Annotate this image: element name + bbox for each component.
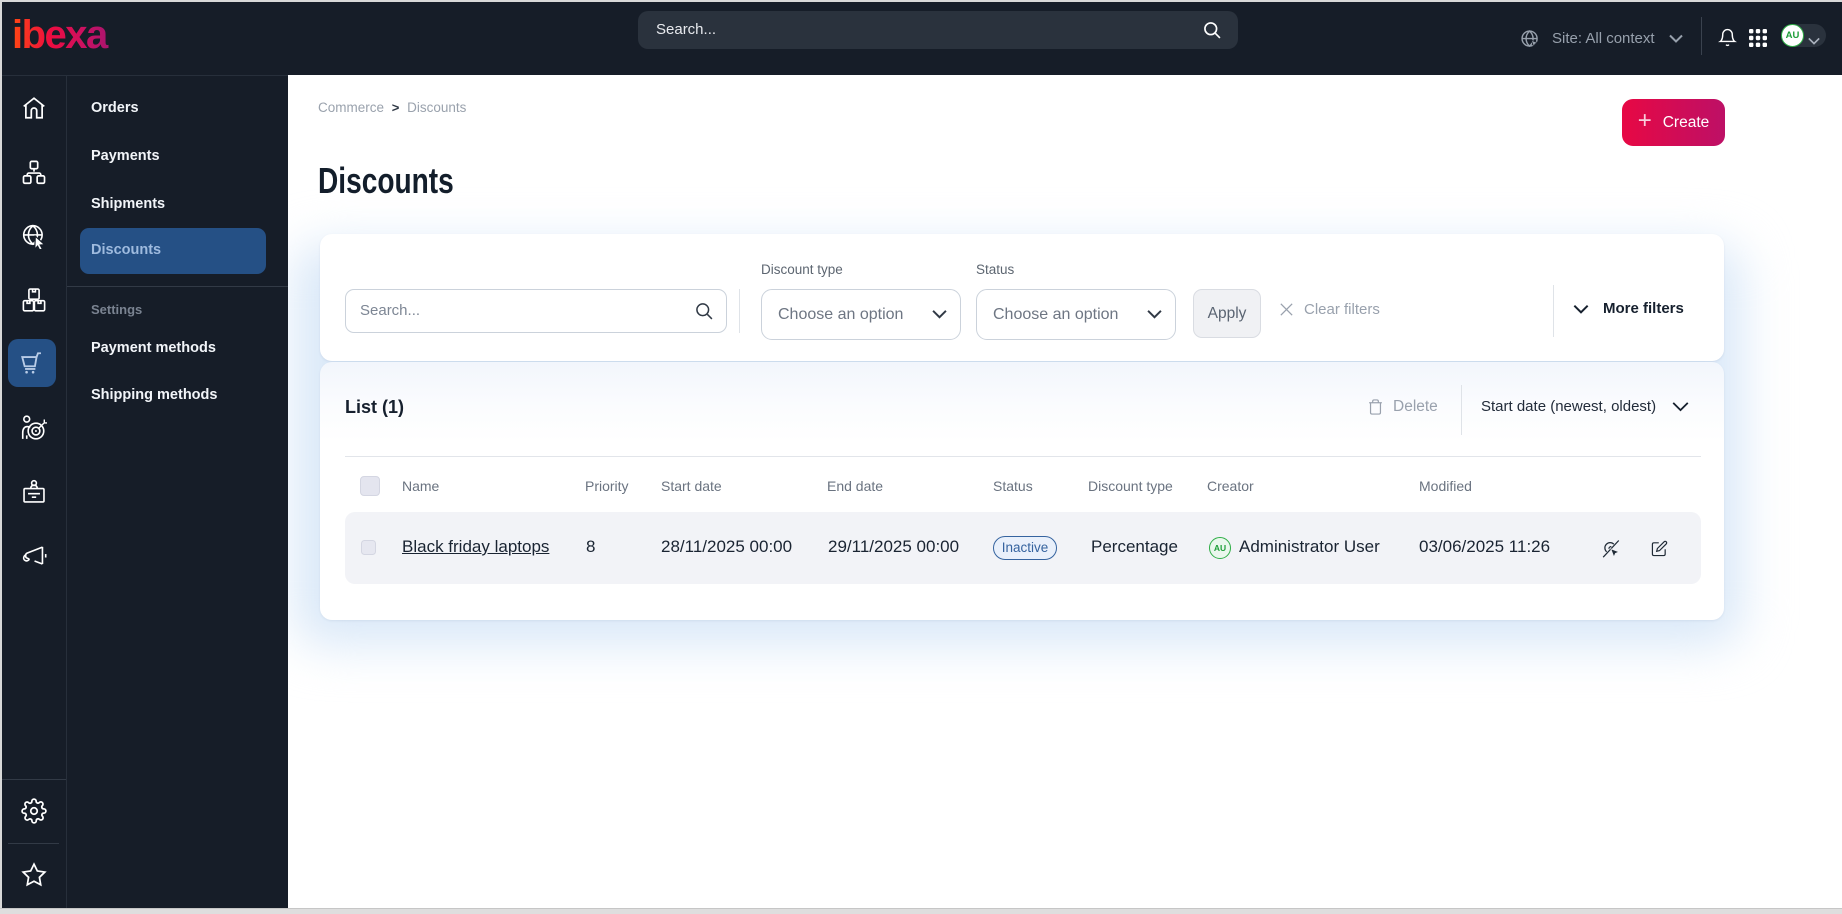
svg-text:ibexa: ibexa bbox=[12, 13, 109, 57]
